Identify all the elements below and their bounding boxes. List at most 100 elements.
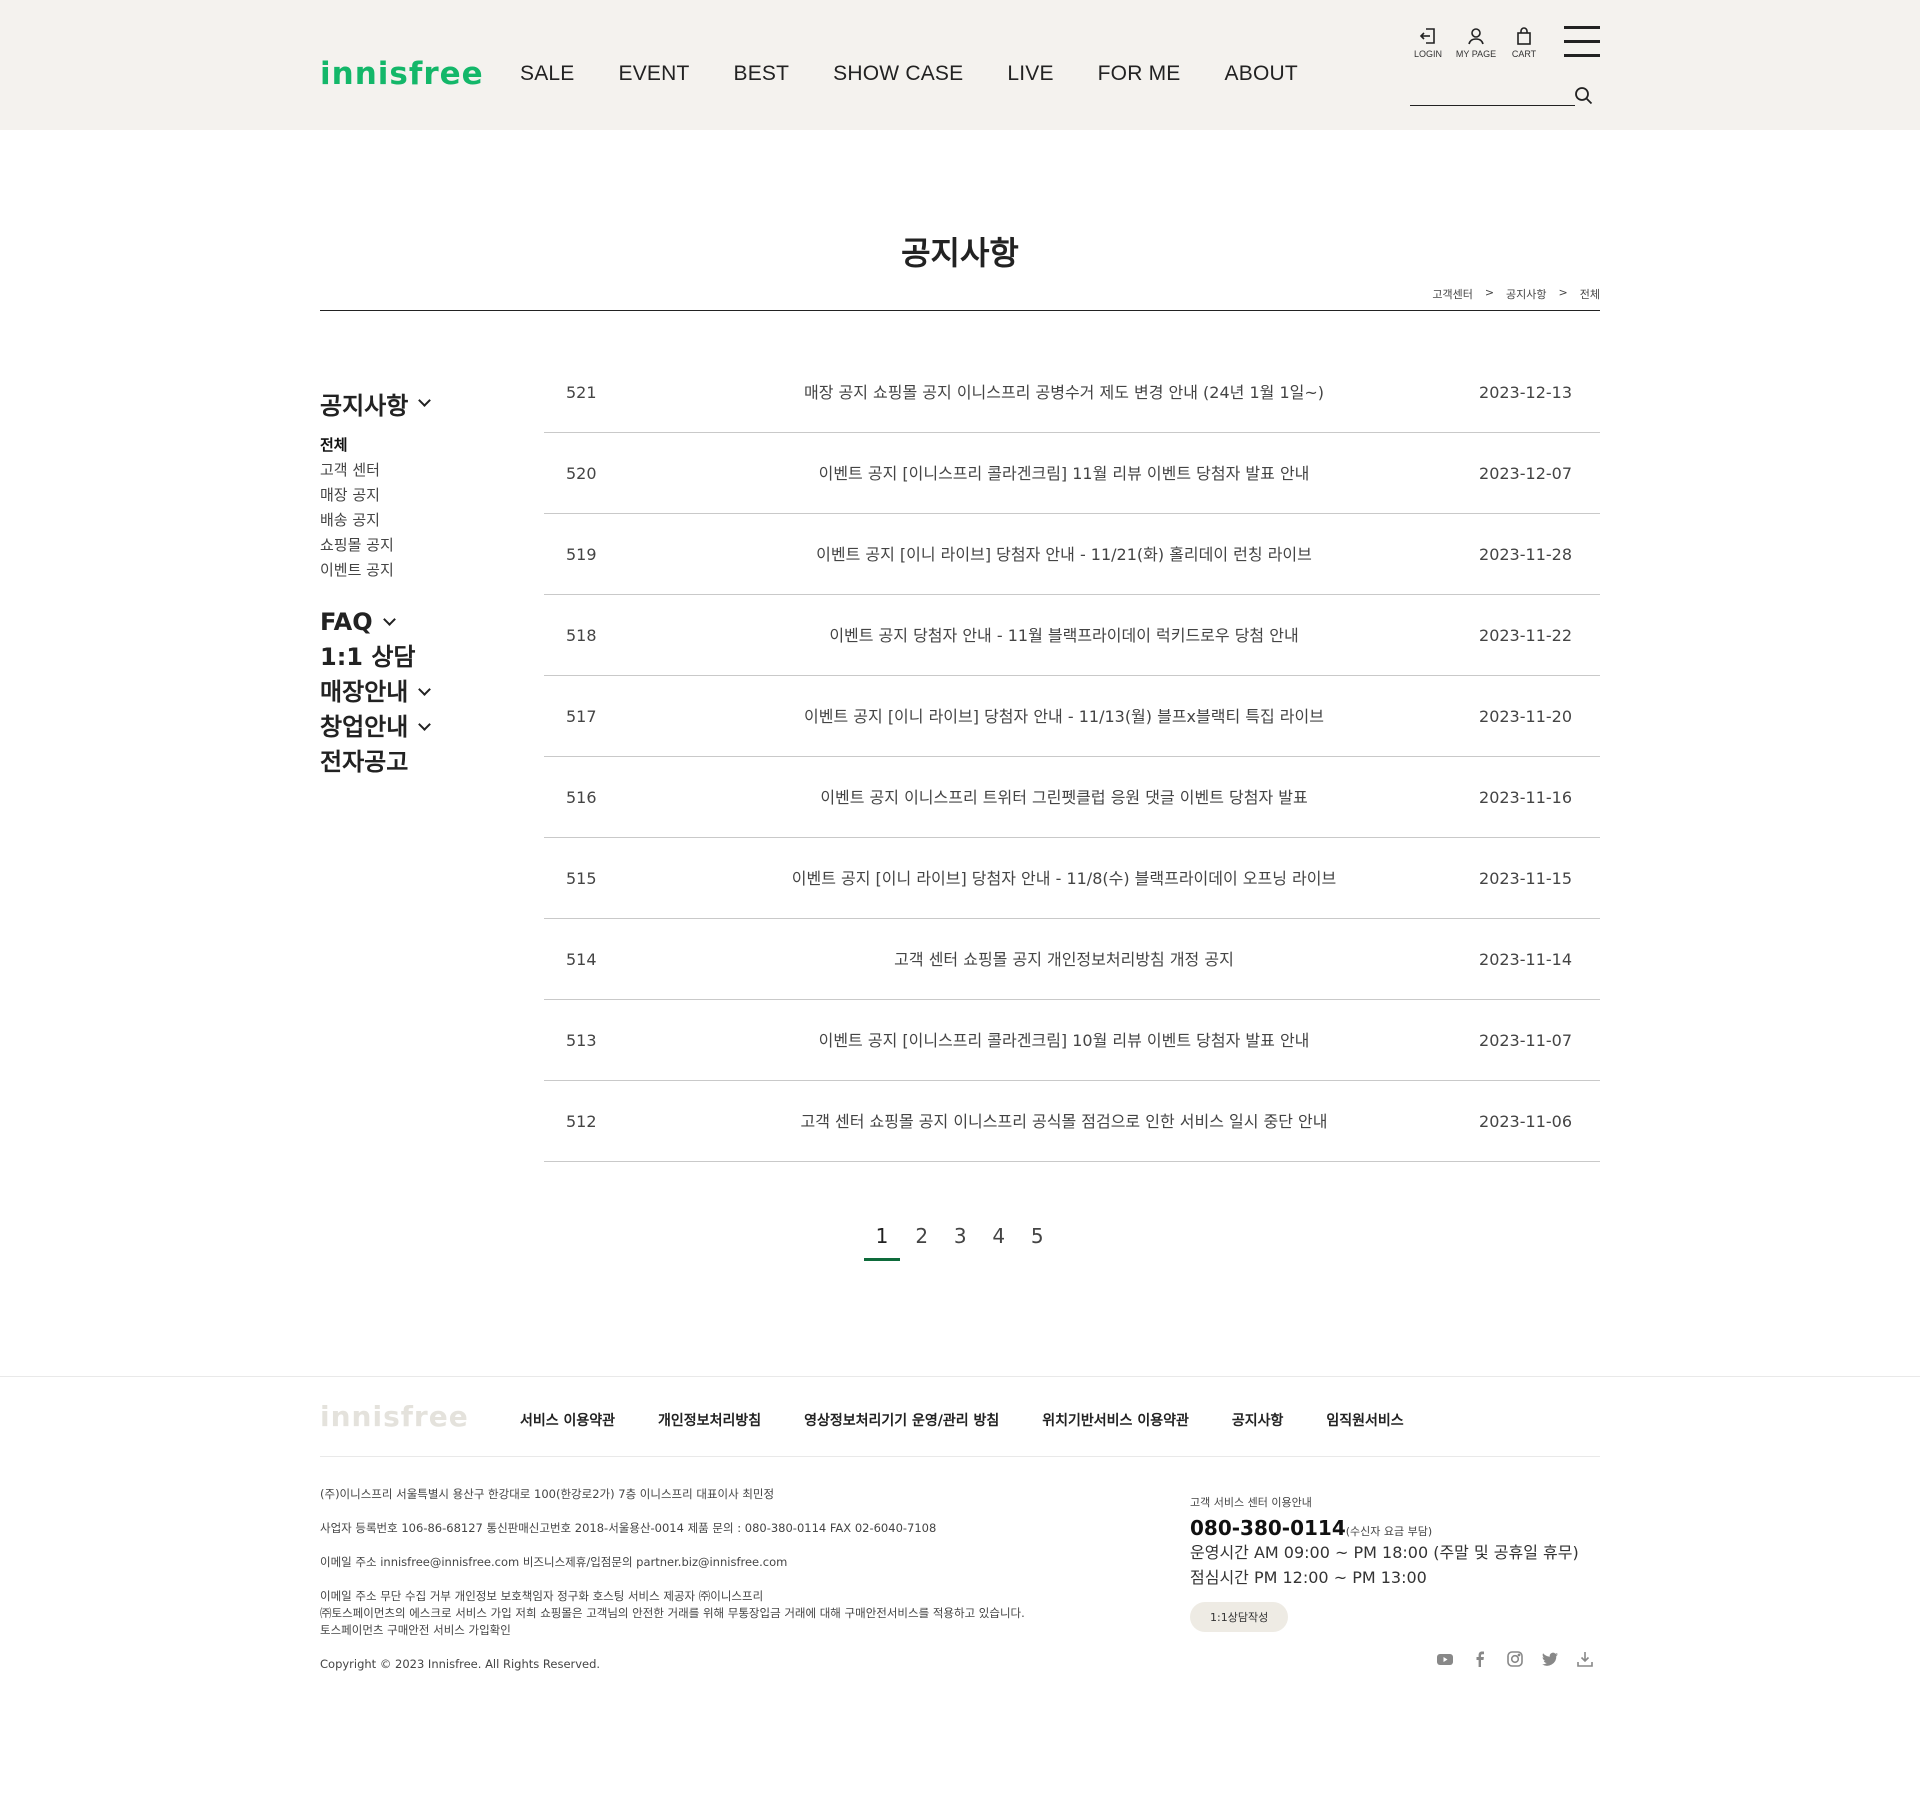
notice-row[interactable]: 513 이벤트 공지 [이니스프리 콜라겐크림] 10월 리뷰 이벤트 당첨자 …	[544, 1000, 1600, 1081]
breadcrumb-customer-center[interactable]: 고객센터	[1432, 286, 1472, 302]
footer-links: 서비스 이용약관 개인정보처리방침 영상정보처리기기 운영/관리 방침 위치기반…	[520, 1410, 1447, 1430]
cart-button[interactable]: CART	[1500, 26, 1548, 59]
page-4-link[interactable]: 4	[980, 1224, 1019, 1261]
notice-date: 2023-11-07	[1479, 1031, 1572, 1050]
cart-icon	[1517, 27, 1531, 45]
notice-subject[interactable]: 이벤트 공지 [이니 라이브] 당첨자 안내 - 11/8(수) 블랙프라이데이…	[664, 838, 1464, 919]
youtube-icon[interactable]	[1436, 1650, 1454, 1668]
instagram-icon[interactable]	[1506, 1650, 1524, 1668]
notice-row[interactable]: 515 이벤트 공지 [이니 라이브] 당첨자 안내 - 11/8(수) 블랙프…	[544, 838, 1600, 919]
facebook-icon[interactable]	[1471, 1650, 1489, 1668]
login-button[interactable]: LOGIN	[1404, 26, 1452, 59]
notice-row[interactable]: 521 매장 공지 쇼핑몰 공지 이니스프리 공병수거 제도 변경 안내 (24…	[544, 360, 1600, 433]
innisfree-logo[interactable]: innisfree	[320, 56, 484, 92]
side-consult[interactable]: 1:1 상담	[320, 640, 520, 675]
breadcrumb-separator: >	[1484, 286, 1495, 299]
notice-subject[interactable]: 이벤트 공지 이니스프리 트위터 그린펫클럽 응원 댓글 이벤트 당첨자 발표	[664, 757, 1464, 838]
search-input[interactable]	[1410, 84, 1575, 106]
page-2-link[interactable]: 2	[903, 1224, 942, 1261]
notice-subject[interactable]: 이벤트 공지 [이니스프리 콜라겐크림] 10월 리뷰 이벤트 당첨자 발표 안…	[664, 1000, 1464, 1081]
footer-link-notice[interactable]: 공지사항	[1232, 1410, 1284, 1430]
page-5-link[interactable]: 5	[1018, 1224, 1057, 1261]
notice-date: 2023-12-13	[1479, 383, 1572, 402]
notice-row[interactable]: 512 고객 센터 쇼핑몰 공지 이니스프리 공식몰 점검으로 인한 서비스 일…	[544, 1081, 1600, 1162]
search-icon[interactable]	[1574, 86, 1594, 106]
breadcrumb-separator: >	[1558, 286, 1568, 299]
page-3-link[interactable]: 3	[941, 1224, 980, 1261]
footer-links-divider	[320, 1456, 1600, 1457]
one-on-one-inquiry-button[interactable]: 1:1상담작성	[1190, 1602, 1289, 1632]
notice-subject[interactable]: 고객 센터 쇼핑몰 공지 개인정보처리방침 개정 공지	[664, 919, 1464, 1000]
side-consult-label: 1:1 상담	[320, 643, 416, 671]
user-icon	[1468, 28, 1484, 45]
notice-subject[interactable]: 매장 공지 쇼핑몰 공지 이니스프리 공병수거 제도 변경 안내 (24년 1월…	[664, 360, 1464, 426]
side-e-announcement[interactable]: 전자공고	[320, 745, 520, 780]
cs-phone: 080-380-0114(수신자 요금 부담)	[1190, 1516, 1579, 1540]
sns-links	[1436, 1650, 1611, 1668]
download-icon[interactable]	[1576, 1650, 1594, 1668]
cs-hours: 운영시간 AM 09:00 ~ PM 18:00 (주말 및 공휴일 휴무)	[1190, 1543, 1579, 1562]
notice-subject[interactable]: 이벤트 공지 당첨자 안내 - 11월 블랙프라이데이 럭키드로우 당첨 안내	[664, 595, 1464, 676]
chevron-down-icon	[418, 683, 432, 696]
side-store-info[interactable]: 매장안내	[320, 675, 520, 710]
footer-link-terms[interactable]: 서비스 이용약관	[520, 1410, 615, 1430]
footer-link-location-terms[interactable]: 위치기반서비스 이용약관	[1042, 1410, 1189, 1430]
escrow-check-link[interactable]: 토스페이먼츠 구매안전 서비스 가입확인	[320, 1622, 1025, 1639]
notice-row[interactable]: 518 이벤트 공지 당첨자 안내 - 11월 블랙프라이데이 럭키드로우 당첨…	[544, 595, 1600, 676]
notice-number: 518	[566, 626, 597, 645]
side-faq[interactable]: FAQ	[320, 605, 520, 640]
notice-number: 515	[566, 869, 597, 888]
site-header: innisfree SALE EVENT BEST SHOW CASE LIVE…	[0, 0, 1920, 130]
cs-phone-note: (수신자 요금 부담)	[1345, 1525, 1433, 1538]
footer-link-employee[interactable]: 임직원서비스	[1326, 1410, 1403, 1430]
footer-divider	[0, 1376, 1920, 1377]
cs-label: 고객 서비스 센터 이용안내	[1190, 1496, 1312, 1509]
breadcrumb: 고객센터 > 공지사항 > 전체	[1432, 286, 1600, 302]
footer-link-privacy[interactable]: 개인정보처리방침	[658, 1410, 761, 1430]
notice-number: 517	[566, 707, 597, 726]
nav-event[interactable]: EVENT	[619, 62, 690, 86]
side-item-store-notice[interactable]: 매장 공지	[320, 483, 520, 508]
menu-icon[interactable]	[1564, 26, 1600, 58]
nav-for-me[interactable]: FOR ME	[1098, 62, 1181, 86]
notice-subject[interactable]: 이벤트 공지 [이니스프리 콜라겐크림] 11월 리뷰 이벤트 당첨자 발표 안…	[664, 433, 1464, 514]
breadcrumb-all[interactable]: 전체	[1580, 286, 1600, 302]
notice-number: 513	[566, 1031, 597, 1050]
legal-notice-1: 이메일 주소 무단 수집 거부 개인정보 보호책임자 정구화 호스팅 서비스 제…	[320, 1589, 764, 1603]
nav-show-case[interactable]: SHOW CASE	[833, 62, 963, 86]
nav-live[interactable]: LIVE	[1007, 62, 1053, 86]
side-notice-header[interactable]: 공지사항	[320, 386, 520, 421]
side-startup-info[interactable]: 창업안내	[320, 710, 520, 745]
notice-row[interactable]: 514 고객 센터 쇼핑몰 공지 개인정보처리방침 개정 공지 2023-11-…	[544, 919, 1600, 1000]
breadcrumb-notice[interactable]: 공지사항	[1506, 286, 1546, 302]
nav-sale[interactable]: SALE	[520, 62, 575, 86]
notice-date: 2023-11-16	[1479, 788, 1572, 807]
side-item-all[interactable]: 전체	[320, 433, 520, 458]
notice-row[interactable]: 517 이벤트 공지 [이니 라이브] 당첨자 안내 - 11/13(월) 블프…	[544, 676, 1600, 757]
notice-subject[interactable]: 이벤트 공지 [이니 라이브] 당첨자 안내 - 11/21(화) 홀리데이 런…	[664, 514, 1464, 595]
business-info: 사업자 등록번호 106-86-68127 통신판매신고번호 2018-서울용산…	[320, 1521, 937, 1535]
footer-link-cctv[interactable]: 영상정보처리기기 운영/관리 방침	[804, 1410, 999, 1430]
notice-row[interactable]: 516 이벤트 공지 이니스프리 트위터 그린펫클럽 응원 댓글 이벤트 당첨자…	[544, 757, 1600, 838]
chevron-down-icon	[418, 718, 432, 731]
email-info: 이메일 주소 innisfree@innisfree.com 비즈니스제휴/입점…	[320, 1555, 788, 1569]
notice-subject[interactable]: 이벤트 공지 [이니 라이브] 당첨자 안내 - 11/13(월) 블프x블랙티…	[664, 676, 1464, 757]
nav-best[interactable]: BEST	[734, 62, 790, 86]
side-item-mall-notice[interactable]: 쇼핑몰 공지	[320, 533, 520, 558]
side-nav: 공지사항 전체 고객 센터 매장 공지 배송 공지 쇼핑몰 공지 이벤트 공지 …	[320, 386, 520, 780]
twitter-icon[interactable]	[1541, 1650, 1559, 1668]
nav-about[interactable]: ABOUT	[1225, 62, 1298, 86]
side-item-delivery-notice[interactable]: 배송 공지	[320, 508, 520, 533]
mypage-button[interactable]: MY PAGE	[1452, 26, 1500, 59]
page-1-link[interactable]: 1	[864, 1224, 900, 1261]
notice-row[interactable]: 519 이벤트 공지 [이니 라이브] 당첨자 안내 - 11/21(화) 홀리…	[544, 514, 1600, 595]
side-item-customer-center[interactable]: 고객 센터	[320, 458, 520, 483]
notice-number: 514	[566, 950, 597, 969]
side-startup-label: 창업안내	[320, 713, 409, 741]
footer-company-info: (주)이니스프리 서울특별시 용산구 한강대로 100(한강로2가) 7층 이니…	[320, 1486, 1025, 1673]
side-faq-label: FAQ	[320, 608, 373, 636]
notice-row[interactable]: 520 이벤트 공지 [이니스프리 콜라겐크림] 11월 리뷰 이벤트 당첨자 …	[544, 433, 1600, 514]
notice-date: 2023-11-28	[1479, 545, 1572, 564]
notice-subject[interactable]: 고객 센터 쇼핑몰 공지 이니스프리 공식몰 점검으로 인한 서비스 일시 중단…	[664, 1081, 1464, 1162]
side-item-event-notice[interactable]: 이벤트 공지	[320, 558, 520, 583]
